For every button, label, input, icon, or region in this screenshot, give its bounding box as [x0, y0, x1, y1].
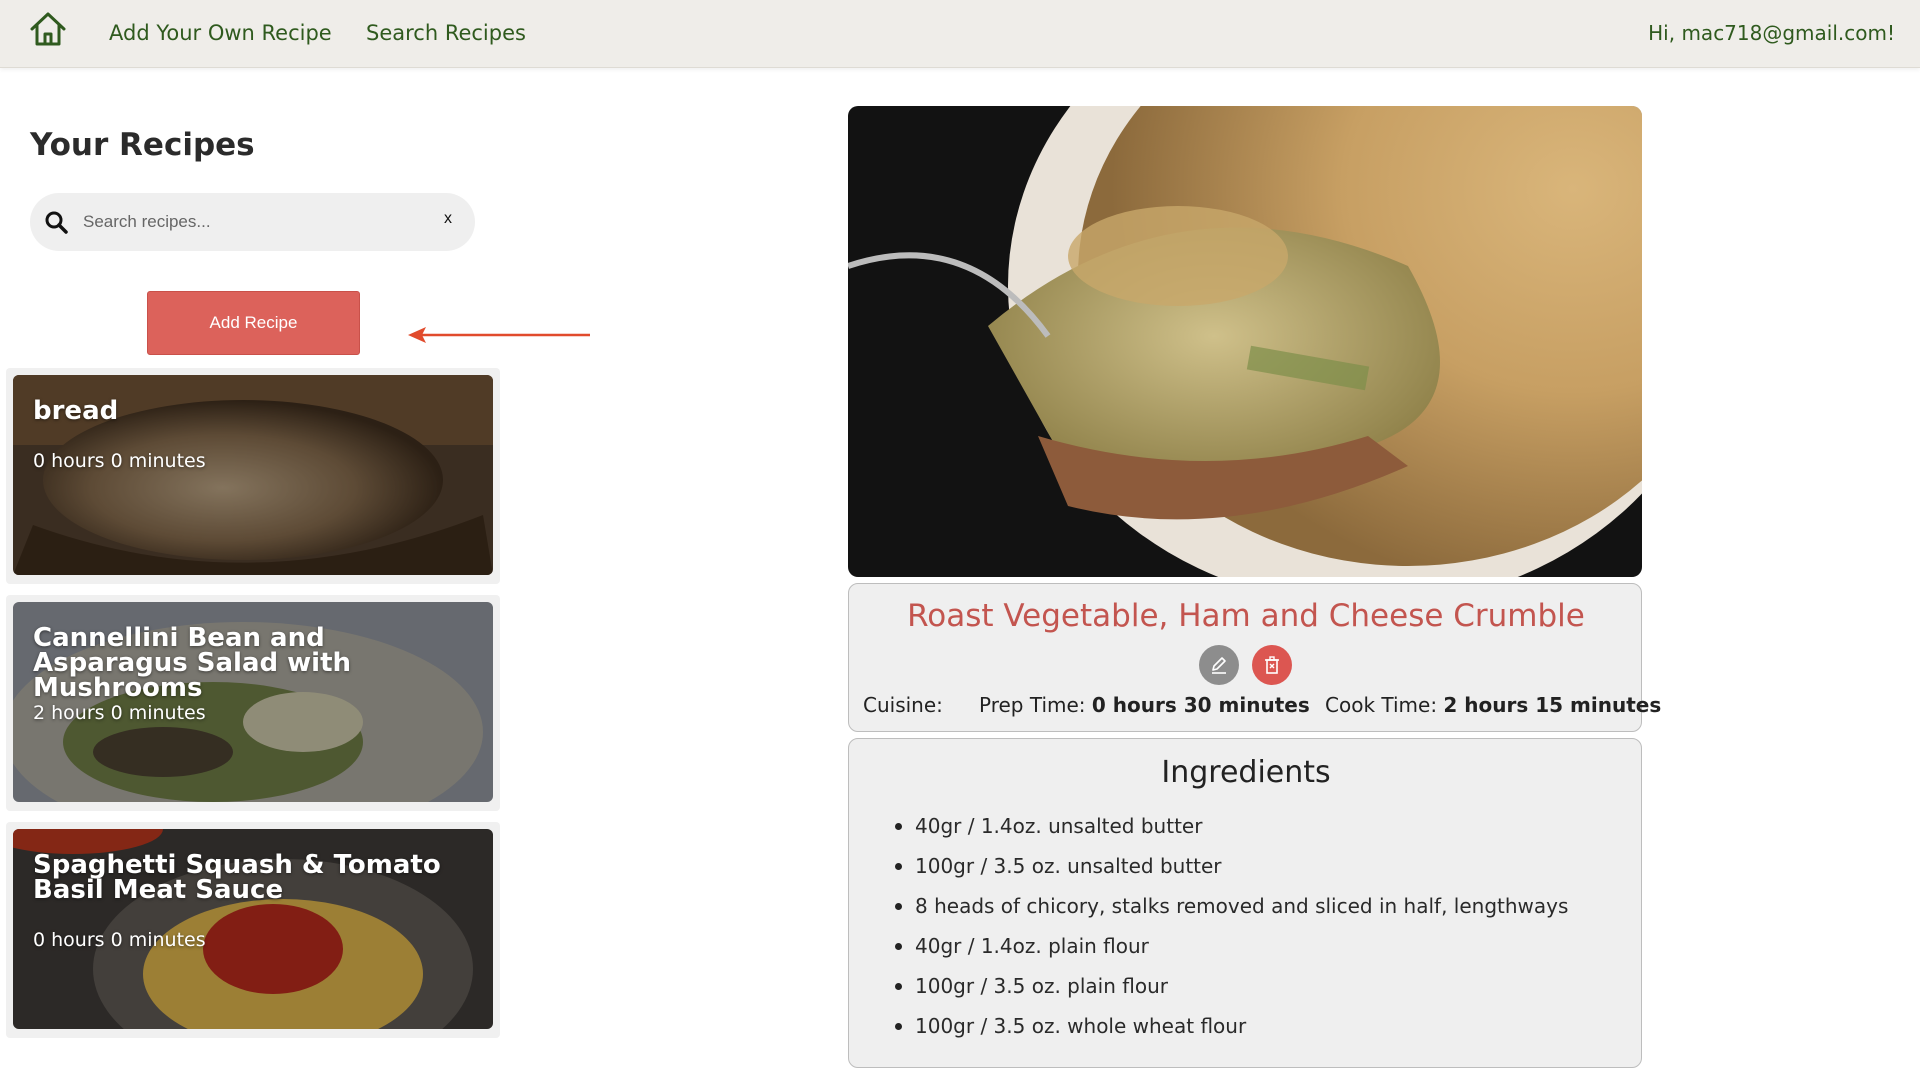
recipe-card-cannellini[interactable]: Cannellini Bean and Asparagus Salad with…	[13, 602, 493, 802]
ingredient-item: 100gr / 3.5 oz. whole wheat flour	[895, 1013, 1568, 1053]
recipe-photo	[848, 106, 1642, 577]
ingredients-list: 40gr / 1.4oz. unsalted butter 100gr / 3.…	[895, 813, 1568, 1053]
recipe-card-bread[interactable]: bread 0 hours 0 minutes	[13, 375, 493, 575]
recipe-card-time: 0 hours 0 minutes	[33, 929, 206, 951]
cuisine-field: Cuisine:	[863, 693, 943, 717]
search-clear-button[interactable]: x	[444, 210, 452, 228]
cook-time-field: Cook Time: 2 hours 15 minutes	[1325, 693, 1661, 717]
nav-add-recipe-link[interactable]: Add Your Own Recipe	[109, 21, 332, 45]
cook-time-label: Cook Time:	[1325, 693, 1438, 717]
delete-recipe-button[interactable]	[1252, 645, 1292, 685]
add-recipe-button[interactable]: Add Recipe	[147, 291, 360, 355]
cuisine-label: Cuisine:	[863, 693, 943, 717]
recipe-card-time: 2 hours 0 minutes	[33, 702, 206, 724]
search-input[interactable]	[83, 208, 413, 236]
top-nav: Add Your Own Recipe Search Recipes Hi, m…	[0, 0, 1920, 68]
nav-search-recipes-link[interactable]: Search Recipes	[366, 21, 526, 45]
recipe-title: Roast Vegetable, Ham and Cheese Crumble	[907, 598, 1585, 634]
recipe-card-wrapper: Spaghetti Squash & Tomato Basil Meat Sau…	[6, 822, 500, 1038]
home-icon[interactable]	[28, 10, 68, 48]
ingredient-item: 40gr / 1.4oz. unsalted butter	[895, 813, 1568, 853]
recipe-card-title: Spaghetti Squash & Tomato Basil Meat Sau…	[33, 850, 441, 905]
recipe-card-title: bread	[33, 396, 119, 426]
search-box: x	[30, 193, 475, 251]
arrow-annotation	[408, 327, 590, 343]
prep-time-label: Prep Time:	[979, 693, 1086, 717]
edit-recipe-button[interactable]	[1199, 645, 1239, 685]
ingredient-item: 100gr / 3.5 oz. unsalted butter	[895, 853, 1568, 893]
ingredient-item: 8 heads of chicory, stalks removed and s…	[895, 893, 1568, 933]
recipe-card-wrapper: bread 0 hours 0 minutes	[6, 368, 500, 584]
ingredients-heading: Ingredients	[1161, 755, 1331, 790]
trash-icon	[1265, 656, 1279, 674]
prep-time-field: Prep Time: 0 hours 30 minutes	[979, 693, 1310, 717]
search-icon	[45, 211, 68, 234]
recipe-hero-image	[848, 106, 1642, 577]
pencil-icon	[1212, 657, 1226, 674]
recipe-info-box: Roast Vegetable, Ham and Cheese Crumble …	[848, 583, 1661, 732]
recipe-card-wrapper: Cannellini Bean and Asparagus Salad with…	[6, 595, 500, 811]
recipe-card-time: 0 hours 0 minutes	[33, 450, 206, 472]
user-greeting: Hi, mac718@gmail.com!	[1648, 21, 1895, 45]
prep-time-value: 0 hours 30 minutes	[1091, 693, 1310, 717]
ingredient-item: 40gr / 1.4oz. plain flour	[895, 933, 1568, 973]
page-title: Your Recipes	[30, 127, 255, 163]
cook-time-value: 2 hours 15 minutes	[1443, 693, 1662, 717]
recipe-card-title: Cannellini Bean and Asparagus Salad with…	[33, 623, 352, 703]
recipe-card-spaghetti-squash[interactable]: Spaghetti Squash & Tomato Basil Meat Sau…	[13, 829, 493, 1029]
ingredients-panel: Ingredients 40gr / 1.4oz. unsalted butte…	[848, 738, 1642, 1068]
ingredient-item: 100gr / 3.5 oz. plain flour	[895, 973, 1568, 1013]
